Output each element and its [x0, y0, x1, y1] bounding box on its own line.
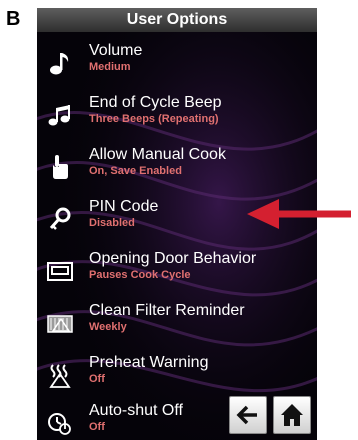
annotation-arrow [247, 199, 351, 229]
option-label: Auto-shut Off [89, 402, 183, 419]
option-value: Medium [89, 61, 131, 73]
home-button[interactable] [273, 396, 311, 434]
option-label: Allow Manual Cook [89, 146, 226, 163]
option-clean-filter-reminder[interactable]: Clean Filter Reminder Weekly [37, 302, 317, 350]
back-button[interactable] [229, 396, 267, 434]
heat-warning-icon [49, 364, 71, 388]
option-value: On, Save Enabled [89, 165, 182, 177]
option-value: Three Beeps (Repeating) [89, 113, 219, 125]
option-allow-manual-cook[interactable]: Allow Manual Cook On, Save Enabled [37, 146, 317, 194]
option-label: Volume [89, 42, 143, 59]
option-preheat-warning[interactable]: Preheat Warning Off [37, 354, 317, 402]
option-label: Opening Door Behavior [89, 250, 257, 267]
option-end-of-cycle-beep[interactable]: End of Cycle Beep Three Beeps (Repeating… [37, 94, 317, 142]
option-value: Off [89, 421, 105, 433]
option-label: PIN Code [89, 198, 159, 215]
option-value: Weekly [89, 321, 127, 333]
option-value: Off [89, 373, 105, 385]
option-value: Pauses Cook Cycle [89, 269, 191, 281]
filter-icon [47, 315, 73, 333]
key-icon [49, 207, 71, 230]
auto-shutoff-icon [48, 413, 71, 435]
option-value: Disabled [89, 217, 135, 229]
panel-letter: B [6, 8, 21, 30]
home-icon [281, 404, 303, 426]
option-label: Preheat Warning [89, 354, 209, 371]
hand-pointer-icon [53, 155, 68, 179]
option-opening-door-behavior[interactable]: Opening Door Behavior Pauses Cook Cycle [37, 250, 317, 298]
page-title: User Options [37, 8, 317, 32]
oven-door-icon [47, 262, 73, 281]
option-label: End of Cycle Beep [89, 94, 222, 111]
music-note-icon [50, 53, 69, 75]
back-arrow-icon [236, 405, 257, 425]
option-label: Clean Filter Reminder [89, 302, 245, 319]
double-note-icon [48, 105, 70, 126]
option-volume[interactable]: Volume Medium [37, 42, 317, 90]
